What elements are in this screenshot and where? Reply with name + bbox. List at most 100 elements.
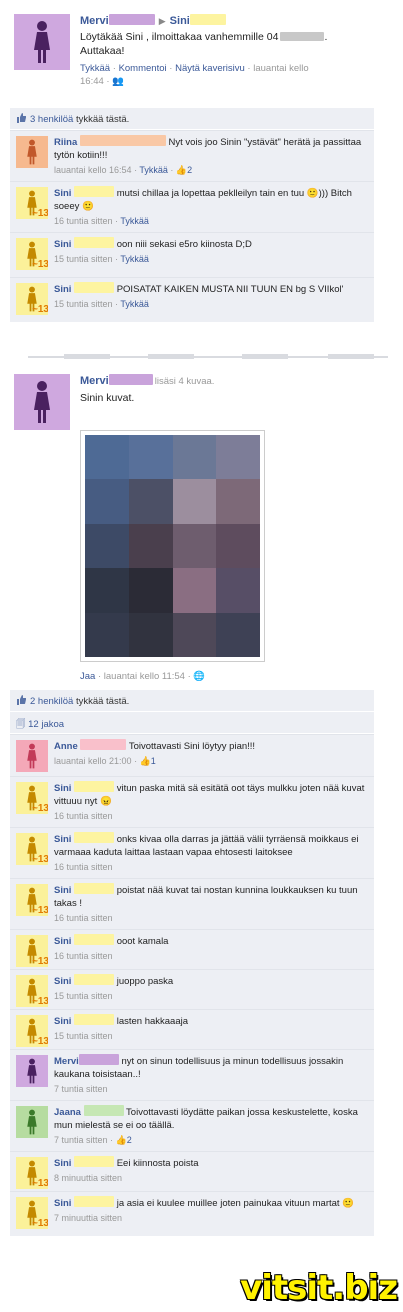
- site-watermark: vitsit.biz: [240, 1268, 398, 1308]
- post-actions: Tykkää · Kommentoi · Näytä kaverisivu · …: [80, 63, 309, 87]
- comment: ~13 Sini ooot kamala 16 tuntia sitten: [10, 929, 374, 969]
- comment-time[interactable]: lauantai kello 16:54: [54, 165, 132, 175]
- comment-like-count[interactable]: 👍2: [116, 1135, 132, 1145]
- comment-time[interactable]: 7 tuntia sitten: [54, 1135, 108, 1145]
- comment: Mervi nyt on sinun todellisuus ja minun …: [10, 1049, 374, 1100]
- age-badge: ~13: [32, 304, 48, 315]
- commenter-name[interactable]: Sini: [54, 284, 71, 295]
- timestamp[interactable]: 16:44: [80, 76, 104, 87]
- age-badge: ~13: [32, 1218, 48, 1229]
- commenter-avatar[interactable]: ~13: [16, 187, 48, 219]
- author-name[interactable]: Mervi: [80, 375, 109, 387]
- age-badge: ~13: [32, 996, 48, 1007]
- commenter-avatar[interactable]: [16, 136, 48, 168]
- comment: ~13 Sini onks kivaa olla darras ja jättä…: [10, 827, 374, 878]
- comment: ~13 Sini ja asia ei kuulee muillee joten…: [10, 1191, 374, 1236]
- comment-time[interactable]: 15 tuntia sitten: [54, 1031, 113, 1041]
- author-avatar[interactable]: [14, 374, 70, 430]
- post-1-feedback: 3 henkilöä tykkää tästä. Riina Nyt vois …: [10, 108, 374, 322]
- story-divider: [28, 354, 388, 359]
- comment-link[interactable]: Kommentoi: [119, 63, 167, 74]
- comment-time[interactable]: lauantai kello 21:00: [54, 756, 132, 766]
- comment-text: Toivottavasti Sini löytyy pian!!!: [128, 741, 256, 752]
- target-name[interactable]: Sini: [170, 15, 190, 27]
- redaction: [108, 14, 155, 25]
- commenter-name[interactable]: Anne: [54, 741, 78, 752]
- commenter-name[interactable]: Sini: [54, 239, 71, 250]
- comment-text: POISATAT KAIKEN MUSTA NII TUUN EN bg S V…: [116, 284, 344, 295]
- commenter-avatar[interactable]: ~13: [16, 1157, 48, 1189]
- comment-time[interactable]: 8 minuuttia sitten: [54, 1173, 122, 1183]
- comment-like-link[interactable]: Tykkää: [120, 299, 149, 309]
- comment-time[interactable]: 16 tuntia sitten: [54, 951, 113, 961]
- like-link[interactable]: Tykkää: [80, 63, 110, 74]
- commenter-avatar[interactable]: ~13: [16, 975, 48, 1007]
- commenter-name[interactable]: Sini: [54, 976, 71, 987]
- comment-text: Eei kiinnosta poista: [116, 1158, 199, 1169]
- author-avatar[interactable]: [14, 14, 70, 70]
- comment: Riina Nyt vois joo Sinin "ystävät" herät…: [10, 130, 374, 181]
- comment-text: ja asia ei kuulee muillee joten painukaa…: [116, 1198, 355, 1209]
- comment-time[interactable]: 15 tuntia sitten: [54, 254, 113, 264]
- comment-time[interactable]: 15 tuntia sitten: [54, 991, 113, 1001]
- commenter-avatar[interactable]: ~13: [16, 935, 48, 967]
- shares-link[interactable]: 12 jakoa: [28, 719, 64, 730]
- post-body: Mervi ▶ Sini Löytäkää Sini , ilmoittakaa v…: [80, 14, 389, 88]
- commenter-name[interactable]: Sini: [54, 834, 71, 845]
- commenter-avatar[interactable]: ~13: [16, 833, 48, 865]
- comment-like-link[interactable]: Tykkää: [120, 254, 149, 264]
- commenter-avatar[interactable]: [16, 1055, 48, 1087]
- female-silhouette-icon: [27, 1058, 37, 1084]
- commenter-avatar[interactable]: [16, 740, 48, 772]
- commenter-name[interactable]: Mervi: [54, 1056, 79, 1067]
- photo-thumbnail[interactable]: [80, 430, 265, 662]
- comment-like-count[interactable]: 👍2: [176, 165, 192, 175]
- friendship-link[interactable]: Näytä kaverisivu: [175, 63, 245, 74]
- comment-time[interactable]: 16 tuntia sitten: [54, 913, 113, 923]
- female-silhouette-icon: [27, 743, 37, 769]
- commenter-name[interactable]: Sini: [54, 885, 71, 896]
- comment-time[interactable]: 16 tuntia sitten: [54, 811, 113, 821]
- commenter-avatar[interactable]: ~13: [16, 1015, 48, 1047]
- commenter-name[interactable]: Sini: [54, 1198, 71, 1209]
- age-badge: ~13: [32, 803, 48, 814]
- comment: ~13 Sini Eei kiinnosta poista 8 minuutti…: [10, 1151, 374, 1191]
- commenter-name[interactable]: Sini: [54, 936, 71, 947]
- comment-time[interactable]: 16 tuntia sitten: [54, 862, 113, 872]
- comment: ~13 Sini poistat nää kuvat tai nostan ku…: [10, 878, 374, 929]
- timestamp[interactable]: lauantai kello: [253, 63, 308, 74]
- comment: ~13 Sini oon niii sekasi e5ro kiinosta D…: [10, 232, 374, 277]
- likers-link[interactable]: 2 henkilöä: [30, 696, 73, 707]
- comment-time[interactable]: 7 minuuttia sitten: [54, 1213, 122, 1223]
- comment-time[interactable]: 15 tuntia sitten: [54, 299, 113, 309]
- age-badge: ~13: [32, 1036, 48, 1047]
- commenter-name[interactable]: Jaana: [54, 1107, 81, 1118]
- commenter-avatar[interactable]: ~13: [16, 238, 48, 270]
- commenter-name[interactable]: Sini: [54, 188, 71, 199]
- female-silhouette-icon: [34, 21, 50, 63]
- timestamp[interactable]: lauantai kello 11:54: [104, 671, 185, 682]
- commenter-avatar[interactable]: ~13: [16, 782, 48, 814]
- comment-time[interactable]: 7 tuntia sitten: [54, 1084, 108, 1094]
- commenter-avatar[interactable]: ~13: [16, 1197, 48, 1229]
- commenter-avatar[interactable]: ~13: [16, 884, 48, 916]
- author-name[interactable]: Mervi: [80, 15, 109, 27]
- share-link[interactable]: Jaa: [80, 671, 95, 682]
- commenter-name[interactable]: Sini: [54, 1016, 71, 1027]
- friends-privacy-icon: 👥: [112, 76, 125, 87]
- commenter-name[interactable]: Sini: [54, 1158, 71, 1169]
- likers-link[interactable]: 3 henkilöä: [30, 114, 73, 125]
- female-silhouette-icon: [34, 381, 50, 423]
- commenter-name[interactable]: Sini: [54, 783, 71, 794]
- comment-like-link[interactable]: Tykkää: [139, 165, 168, 175]
- comment-time[interactable]: 16 tuntia sitten: [54, 216, 113, 226]
- comment-like-link[interactable]: Tykkää: [120, 216, 149, 226]
- commenter-avatar[interactable]: [16, 1106, 48, 1138]
- thumbs-up-icon: [17, 695, 26, 705]
- post-actions: Jaa · lauantai kello 11:54 · 🌐: [80, 671, 206, 682]
- shares-summary: 🗐 12 jakoa: [10, 712, 374, 734]
- commenter-name[interactable]: Riina: [54, 137, 77, 148]
- post-body: Mervi lisäsi 4 kuvaa. Sinin kuvat.: [80, 374, 389, 405]
- comment-like-count[interactable]: 👍1: [140, 756, 156, 766]
- commenter-avatar[interactable]: ~13: [16, 283, 48, 315]
